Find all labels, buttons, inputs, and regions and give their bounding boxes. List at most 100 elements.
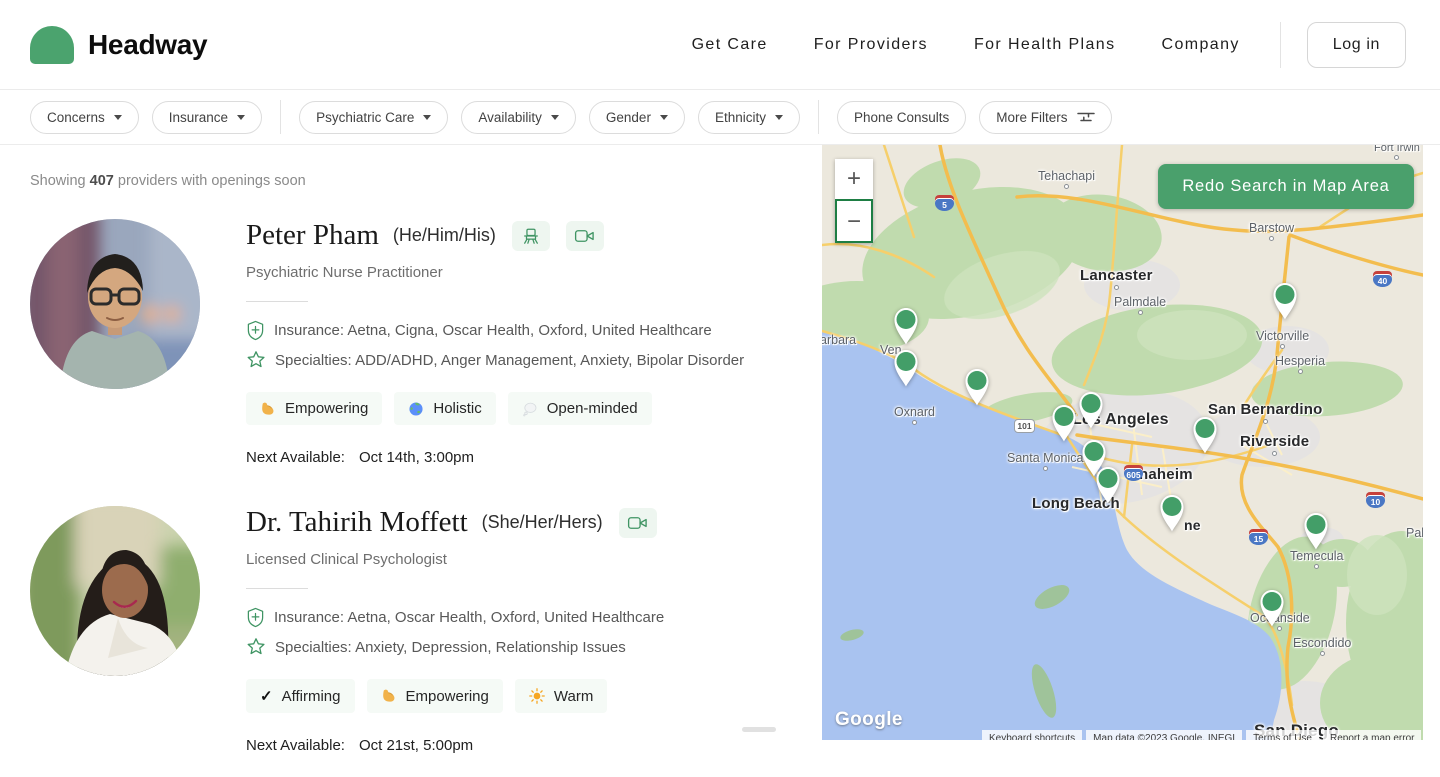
provider-map-pin[interactable]	[891, 348, 921, 388]
provider-map-pin[interactable]	[1190, 415, 1220, 455]
next-available-row: Next Available: Oct 14th, 3:00pm	[246, 449, 744, 466]
city-dot	[1280, 344, 1286, 349]
provider-map-pin[interactable]	[1157, 493, 1187, 533]
login-button[interactable]: Log in	[1306, 21, 1406, 68]
filter-more-filters[interactable]: More Filters	[979, 100, 1112, 134]
insurance-label: Insurance:	[274, 609, 345, 626]
chevron-down-icon	[423, 114, 432, 120]
filter-gender[interactable]: Gender	[588, 100, 685, 134]
nav-link-company[interactable]: Company	[1162, 36, 1240, 54]
insurance-label: Insurance:	[274, 322, 345, 339]
provider-title: Licensed Clinical Psychologist	[246, 551, 447, 568]
headway-logo-icon	[30, 25, 74, 64]
specialties-value: ADD/ADHD, Anger Management, Anxiety, Bip…	[355, 351, 745, 369]
trait-badges: Empowering Holistic Open-minded	[246, 392, 744, 425]
attribution-keyboard-shortcuts: Keyboard shortcuts	[982, 730, 1083, 740]
provider-card[interactable]: Peter Pham (He/Him/His) Psychiatric Nurs…	[30, 189, 800, 476]
city-dot	[1394, 155, 1400, 160]
nav-link-for-providers[interactable]: For Providers	[814, 36, 928, 54]
provider-name[interactable]: Dr. Tahirih Moffett	[246, 506, 468, 539]
next-available-value: Oct 14th, 3:00pm	[358, 449, 475, 466]
attribution-report-a-map-error[interactable]: Report a map error	[1322, 730, 1422, 740]
attribution-terms-of-use[interactable]: Terms of Use	[1246, 730, 1319, 740]
provider-map-pin[interactable]	[1257, 588, 1287, 628]
trait-badge: Holistic	[394, 392, 496, 425]
thought-balloon-emoji	[522, 402, 537, 416]
interstate-shield-10: 10	[1366, 492, 1385, 508]
interstate-shield-40: 40	[1373, 271, 1392, 287]
city-label-tehachapi: Tehachapi	[1038, 169, 1095, 189]
provider-map-pin[interactable]	[1076, 390, 1106, 430]
muscle-emoji	[382, 689, 394, 702]
city-dot	[912, 420, 917, 425]
in-person-chair-icon	[511, 220, 550, 251]
google-logo[interactable]: Google	[835, 709, 903, 731]
nav-link-get-care[interactable]: Get Care	[692, 36, 768, 54]
filter-ethnicity[interactable]: Ethnicity	[697, 100, 800, 134]
globe-emoji	[409, 401, 423, 416]
trait-badges: ✓ Affirming Empowering Warm	[246, 679, 664, 713]
provider-map-pin[interactable]	[891, 306, 921, 346]
provider-map-pin[interactable]	[1270, 281, 1300, 321]
next-available-row: Next Available: Oct 21st, 5:00pm	[246, 737, 664, 754]
filter-insurance[interactable]: Insurance	[151, 100, 263, 134]
city-label-escondido: Escondido	[1293, 636, 1351, 656]
insurance-row: Insurance: Aetna, Oscar Health, Oxford, …	[246, 607, 664, 628]
filter-phone-consults[interactable]: Phone Consults	[836, 100, 967, 134]
interstate-shield-605: 605	[1124, 465, 1143, 481]
chevron-down-icon	[659, 114, 668, 120]
results-panel: Showing 407 providers with openings soon	[0, 145, 800, 776]
filter-bar: Concerns Insurance Psychiatric Care Availab…	[0, 90, 1440, 145]
next-available-label: Next Available:	[246, 737, 345, 754]
specialties-label: Specialties:	[275, 638, 352, 656]
provider-map-pin[interactable]	[1301, 511, 1331, 551]
provider-title: Psychiatric Nurse Practitioner	[246, 264, 443, 281]
insurance-shield-icon	[247, 607, 264, 628]
insurance-value: Aetna, Cigna, Oscar Health, Oxford, Unit…	[347, 322, 712, 339]
checkmark-emoji: ✓	[260, 688, 273, 705]
results-scrollbar[interactable]	[742, 727, 776, 732]
insurance-row: Insurance: Aetna, Cigna, Oscar Health, O…	[246, 320, 744, 341]
map-canvas[interactable]: Fort Irwin Tehachapi Barstow Lancaster Palmd…	[822, 145, 1423, 740]
specialties-value: Anxiety, Depression, Relationship Issues	[355, 638, 626, 656]
city-dot	[1262, 419, 1268, 424]
provider-photo	[30, 219, 200, 389]
city-label-barstow: Barstow	[1249, 221, 1294, 241]
city-label-santa-monica: Santa Monica	[1007, 451, 1083, 471]
city-label-arbara: arbara	[822, 333, 857, 347]
trait-badge: Open-minded	[507, 392, 652, 425]
trait-badge: Empowering	[246, 392, 383, 425]
city-label-oxnard: Oxnard	[894, 405, 935, 425]
provider-map-pin[interactable]	[1049, 403, 1079, 443]
headway-logo[interactable]: Headway	[30, 25, 208, 64]
city-label-lancaster: Lancaster	[1080, 267, 1153, 290]
provider-name[interactable]: Peter Pham	[246, 219, 379, 252]
us-route-shield-101: 101	[1014, 419, 1035, 433]
headway-wordmark: Headway	[88, 28, 208, 60]
divider	[246, 588, 308, 589]
filter-concerns[interactable]: Concerns	[30, 100, 139, 134]
city-label-hesperia: Hesperia	[1275, 354, 1325, 374]
provider-map-pin[interactable]	[962, 367, 992, 407]
nav-link-for-health-plans[interactable]: For Health Plans	[974, 36, 1116, 54]
next-available-value: Oct 21st, 5:00pm	[358, 737, 474, 754]
filter-psychiatric-care[interactable]: Psychiatric Care	[299, 100, 449, 134]
video-icon	[618, 507, 657, 538]
city-label-palm-s: Palm S	[1406, 526, 1423, 540]
zoom-out-button[interactable]: −	[835, 199, 873, 243]
zoom-in-button[interactable]: +	[835, 159, 873, 199]
redo-search-button[interactable]: Redo Search in Map Area	[1158, 164, 1414, 209]
filter-availability[interactable]: Availability	[461, 100, 576, 134]
provider-map-pin[interactable]	[1093, 465, 1123, 505]
chevron-down-icon	[237, 114, 246, 120]
provider-card[interactable]: Dr. Tahirih Moffett (She/Her/Hers) Licen…	[30, 476, 800, 776]
specialties-star-icon	[247, 638, 265, 655]
filter-group-divider	[280, 100, 282, 134]
attribution-map-data-2023-google-inegi[interactable]: Map data ©2023 Google, INEGI	[1086, 730, 1243, 740]
divider	[246, 301, 308, 302]
city-label-victorville: Victorville	[1256, 329, 1309, 349]
muscle-emoji	[262, 402, 274, 415]
trait-badge: Empowering	[366, 679, 503, 713]
main-content: Showing 407 providers with openings soon	[0, 145, 1440, 776]
video-icon	[565, 220, 604, 251]
